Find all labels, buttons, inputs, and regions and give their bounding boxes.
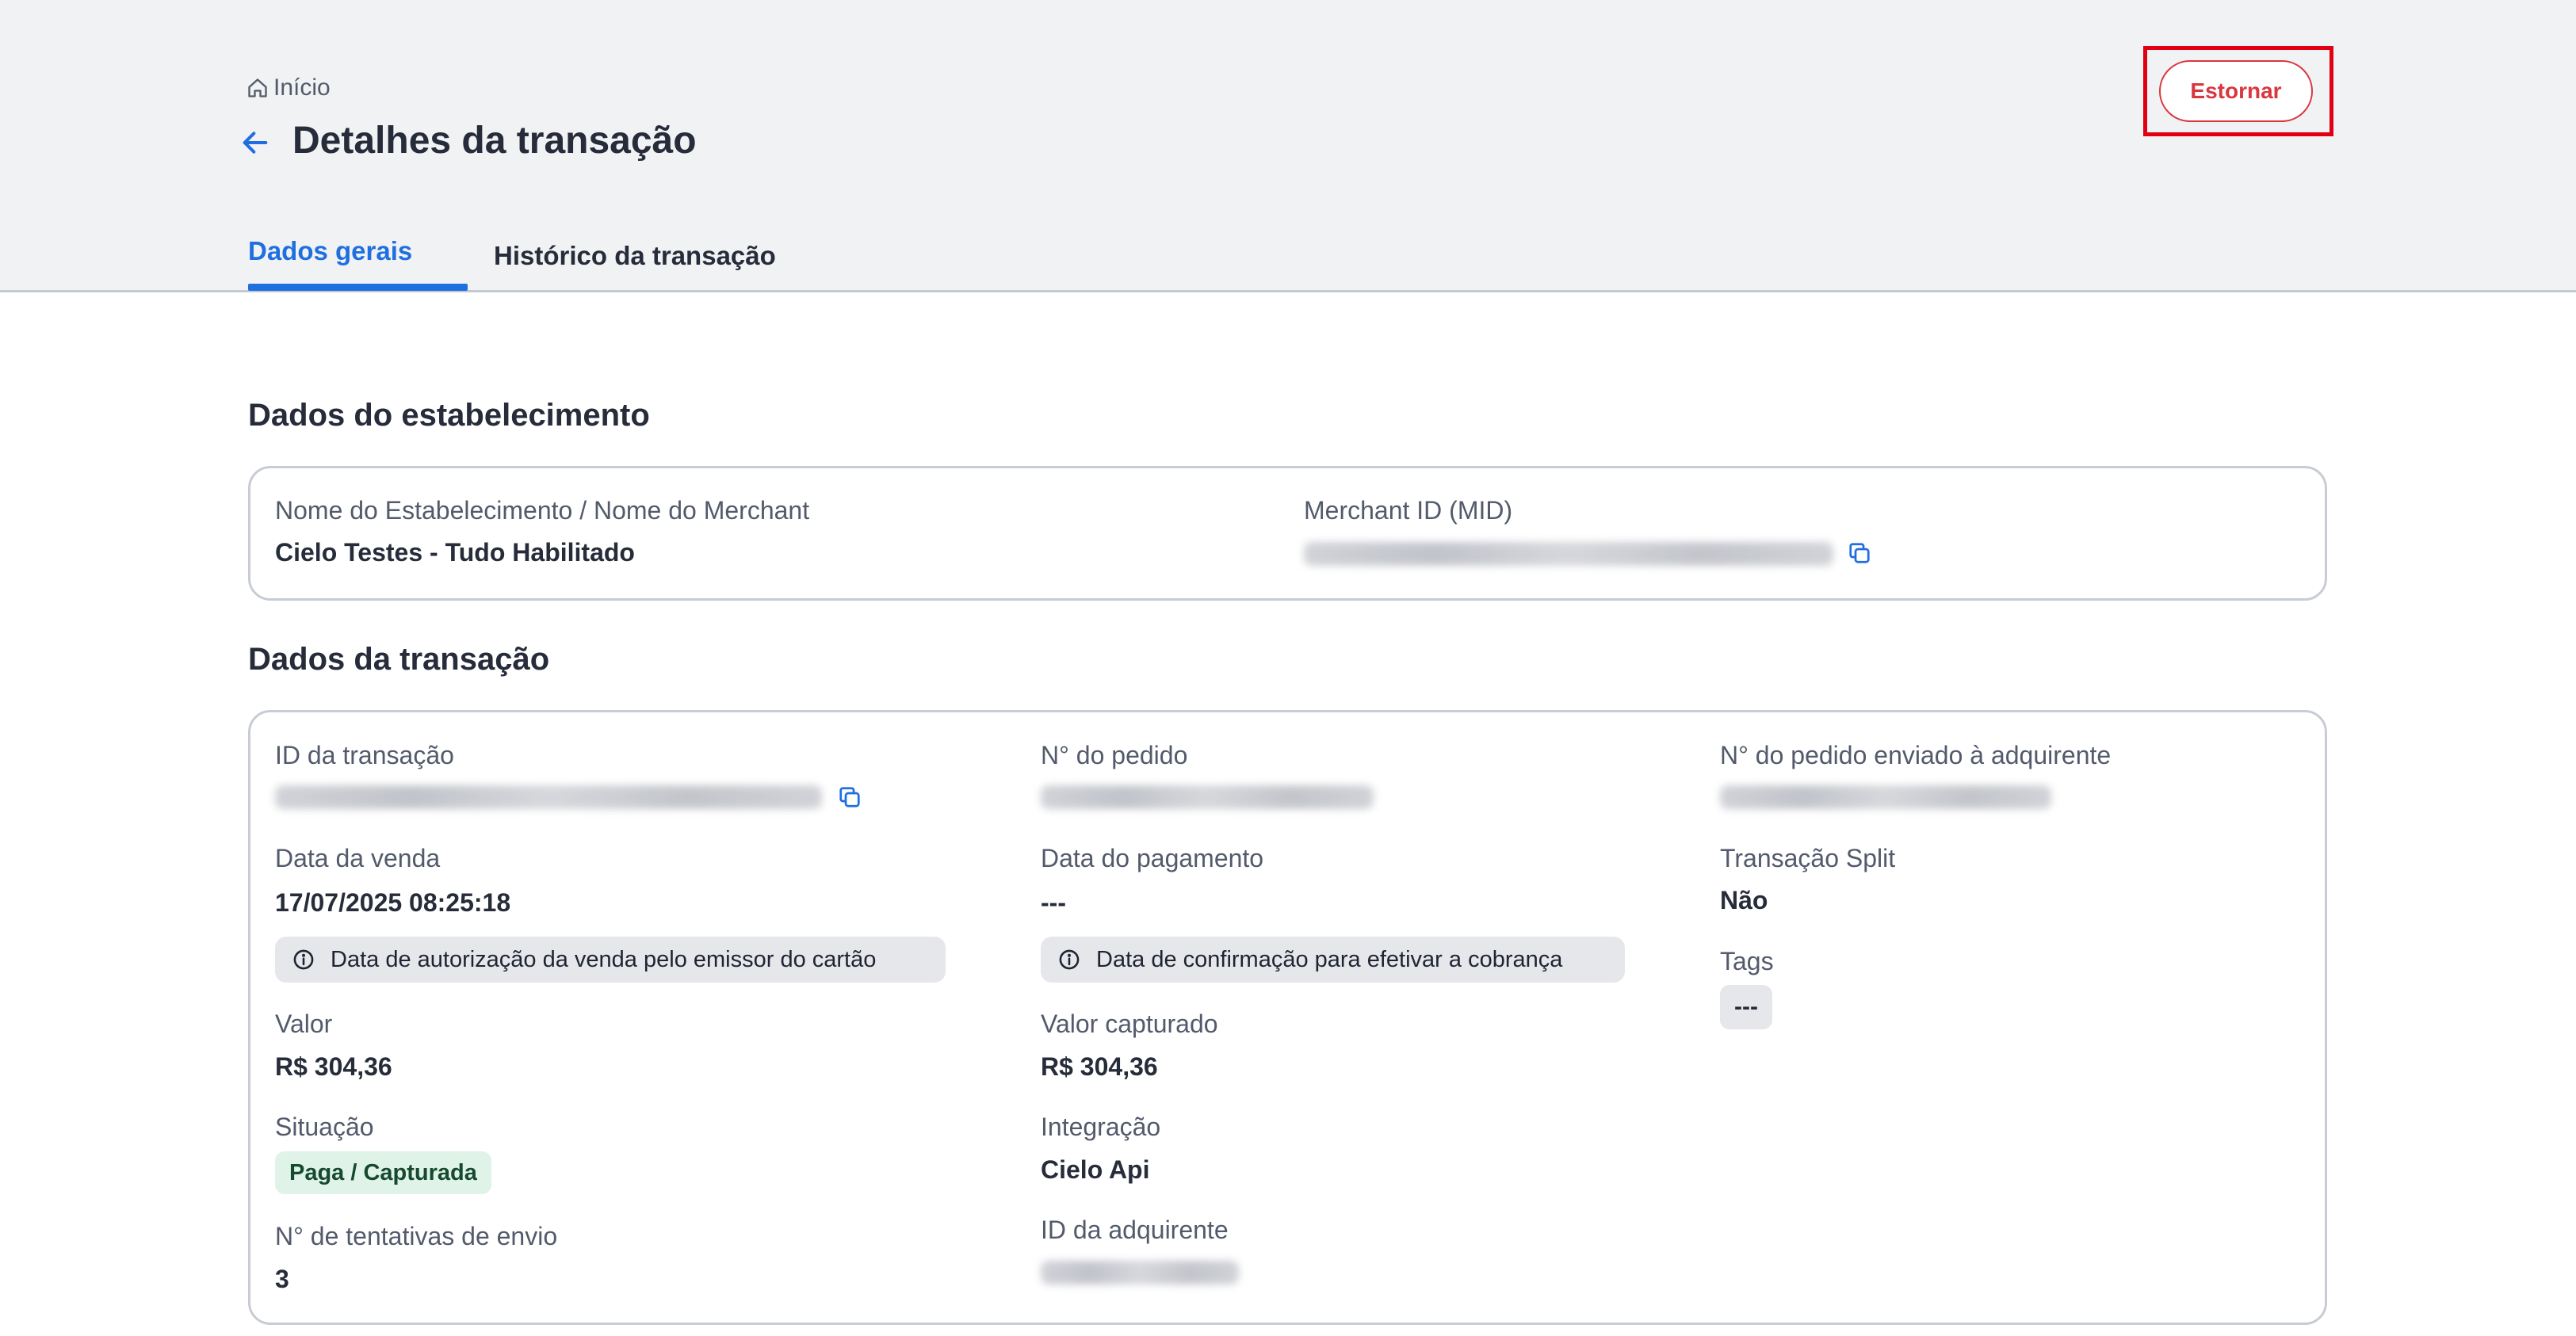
sale-date-value: 17/07/2025 08:25:18	[275, 888, 511, 917]
page-title: Detalhes da transação	[292, 120, 697, 162]
split-value: Não	[1720, 886, 1768, 914]
breadcrumb[interactable]: Início	[247, 74, 331, 101]
tab-transaction-history[interactable]: Histórico da transação	[494, 241, 776, 271]
acquirer-order-label: N° do pedido enviado à adquirente	[1720, 741, 2112, 769]
integration-value: Cielo Api	[1041, 1155, 1150, 1184]
acquirer-order-value-redacted	[1720, 785, 2051, 809]
arrow-left-icon[interactable]	[239, 127, 271, 158]
amount-label: Valor	[275, 1010, 333, 1038]
transaction-id-value-redacted	[275, 785, 822, 809]
merchant-name-label: Nome do Estabelecimento / Nome do Mercha…	[275, 496, 810, 525]
sale-date-info-text: Data de autorização da venda pelo emisso…	[331, 946, 877, 972]
breadcrumb-home-label: Início	[273, 74, 331, 101]
sale-date-label: Data da venda	[275, 844, 441, 872]
active-tab-indicator	[248, 284, 468, 291]
info-icon	[1059, 949, 1080, 970]
attempts-value: 3	[275, 1265, 289, 1293]
refund-button[interactable]: Estornar	[2159, 60, 2313, 122]
order-number-label: N° do pedido	[1041, 741, 1188, 769]
info-icon	[293, 949, 314, 970]
merchant-card	[248, 466, 2327, 601]
acquirer-id-label: ID da adquirente	[1041, 1216, 1229, 1244]
tab-general-data[interactable]: Dados gerais	[248, 236, 412, 266]
home-icon	[248, 78, 267, 97]
merchant-id-value-redacted	[1304, 542, 1833, 566]
merchant-id-label: Merchant ID (MID)	[1304, 496, 1513, 525]
acquirer-id-value-redacted	[1041, 1261, 1239, 1284]
status-label: Situação	[275, 1113, 374, 1141]
payment-date-info: Data de confirmação para efetivar a cobr…	[1041, 937, 1625, 983]
status-badge: Paga / Capturada	[275, 1151, 491, 1194]
copy-icon[interactable]	[838, 785, 862, 809]
copy-icon[interactable]	[1848, 541, 1871, 565]
captured-amount-label: Valor capturado	[1041, 1010, 1218, 1038]
attempts-label: N° de tentativas de envio	[275, 1222, 558, 1250]
tags-label: Tags	[1720, 947, 1774, 975]
payment-date-label: Data do pagamento	[1041, 844, 1264, 872]
transaction-section-title: Dados da transação	[248, 642, 550, 677]
amount-value: R$ 304,36	[275, 1052, 392, 1081]
transaction-id-label: ID da transação	[275, 741, 454, 769]
merchant-name-value: Cielo Testes - Tudo Habilitado	[275, 538, 635, 567]
sale-date-info: Data de autorização da venda pelo emisso…	[275, 937, 946, 983]
merchant-section-title: Dados do estabelecimento	[248, 398, 650, 433]
payment-date-info-text: Data de confirmação para efetivar a cobr…	[1096, 946, 1563, 972]
payment-date-value: ---	[1041, 888, 1066, 917]
integration-label: Integração	[1041, 1113, 1161, 1141]
tag-chip: ---	[1720, 985, 1772, 1029]
order-number-value-redacted	[1041, 785, 1374, 809]
split-label: Transação Split	[1720, 844, 1896, 872]
captured-amount-value: R$ 304,36	[1041, 1052, 1158, 1081]
